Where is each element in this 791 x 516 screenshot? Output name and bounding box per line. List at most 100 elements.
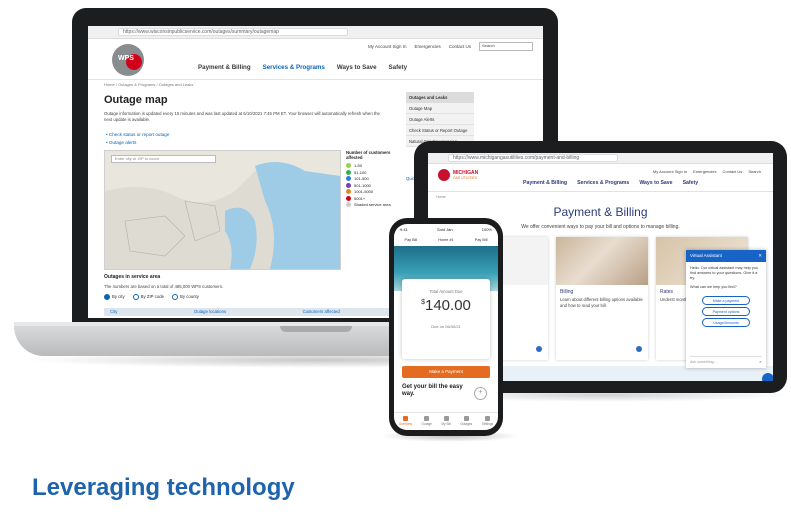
account-link[interactable]: My Account Sign In xyxy=(368,44,407,49)
breadcrumb[interactable]: Home xyxy=(436,195,446,199)
card-title: Billing xyxy=(560,289,574,295)
amount-value: 140.00 xyxy=(425,297,471,314)
account-link[interactable]: My Account Sign In xyxy=(653,169,687,174)
amount-due: $140.00 xyxy=(402,297,490,314)
outages-text: The numbers are based on a total of 485,… xyxy=(104,284,224,289)
nav-services-programs[interactable]: Services & Programs xyxy=(263,64,325,71)
bill-icon xyxy=(443,416,449,421)
chat-fab-button[interactable] xyxy=(762,373,773,381)
payment-options-button[interactable]: Payment options xyxy=(702,307,750,316)
map-terrain xyxy=(105,162,340,269)
header-account-selector[interactable]: Home #1 xyxy=(438,238,453,242)
tablet-utility-bar: My Account Sign In Emergencies Contact U… xyxy=(653,169,761,174)
send-icon[interactable]: ➤ xyxy=(759,360,762,364)
radio-selected-icon xyxy=(104,294,110,300)
nav-services-programs[interactable]: Services & Programs xyxy=(577,180,629,186)
header-pay-bill-left[interactable]: Pay Bill xyxy=(405,238,418,242)
nav-safety[interactable]: Safety xyxy=(683,180,699,186)
amount-label: Total Amount Due xyxy=(429,289,463,294)
sidebar-title: Outages and Leaks xyxy=(406,92,474,103)
page-title: Payment & Billing xyxy=(553,205,648,219)
header-pay-bill-right[interactable]: Pay Bill xyxy=(475,238,488,242)
logo-subtitle: GAS UTILITIES xyxy=(453,176,477,180)
search-input[interactable]: Search xyxy=(748,169,761,174)
close-icon[interactable]: ✕ xyxy=(758,253,762,259)
assistant-input[interactable]: Ask something... ➤ xyxy=(690,356,762,364)
wps-logo[interactable]: WPS xyxy=(112,44,144,76)
tab-label: Overview xyxy=(398,422,413,426)
virtual-assistant-panel: Virtual Assistant ✕ Hello. Our virtual a… xyxy=(686,250,766,368)
laptop-utility-bar: My Account Sign In Emergencies Contact U… xyxy=(368,42,533,51)
legend-label: 1001-5000 xyxy=(354,189,374,194)
tab-outage[interactable]: Outage xyxy=(421,413,432,430)
card-text: Learn about different billing options av… xyxy=(560,297,643,308)
tab-outages[interactable]: Outages xyxy=(460,413,472,430)
check-status-link[interactable]: • Check status or report outage xyxy=(106,132,169,137)
radio-icon xyxy=(132,294,139,300)
sidebar-item-outage-alerts[interactable]: Outage Alerts xyxy=(406,114,474,125)
arrow-icon[interactable] xyxy=(536,346,542,352)
legend-dot-icon xyxy=(346,202,351,207)
radio-label: By ZIP code xyxy=(140,294,164,300)
phone-tab-bar: Overview Outage My Bill Outages Settings xyxy=(394,412,498,430)
legend-title: Number of customers affected xyxy=(346,150,391,160)
outage-filter-radios: By city By ZIP code By county xyxy=(104,294,199,300)
laptop-url-field[interactable]: https://www.wisconsinpublicservice.com/o… xyxy=(118,28,348,36)
laptop-search-input[interactable]: Search xyxy=(479,42,533,51)
outages-sidebar: Outages and Leaks Outage Map Outage Aler… xyxy=(406,92,474,147)
tablet-url-field[interactable]: https://www.michigangasutilities.com/pay… xyxy=(448,154,618,162)
tab-label: Outage xyxy=(421,422,432,426)
contact-link[interactable]: Contact Us xyxy=(723,169,743,174)
breadcrumb[interactable]: Home / Outages & Programs / Outages and … xyxy=(104,82,193,87)
nav-ways-to-save[interactable]: Ways to Save xyxy=(639,180,672,186)
radio-by-zip[interactable]: By ZIP code xyxy=(132,294,164,300)
nav-payment-billing[interactable]: Payment & Billing xyxy=(523,180,567,186)
michigan-logo-icon xyxy=(438,169,450,181)
make-payment-button[interactable]: Make a payment xyxy=(702,296,750,305)
sidebar-item-check-status[interactable]: Check Status or Report Outage xyxy=(406,125,474,136)
due-date: Due on 06/30/21 xyxy=(431,324,461,329)
radio-by-city[interactable]: By city xyxy=(104,294,125,300)
radio-by-county[interactable]: By county xyxy=(171,294,199,300)
tab-overview[interactable]: Overview xyxy=(399,413,412,430)
col-outage-locations[interactable]: Outage locations xyxy=(194,309,226,315)
usage-amounts-button[interactable]: Usage/Amounts xyxy=(702,318,750,327)
status-carrier: Sold Jan xyxy=(436,227,453,232)
sidebar-item-outage-map[interactable]: Outage Map xyxy=(406,103,474,114)
legend-item: 1001-5000 xyxy=(346,189,392,194)
emergencies-link[interactable]: Emergencies xyxy=(414,44,440,49)
outage-intro-text: Outage information is updated every 15 m… xyxy=(104,111,380,122)
legend-label: 5001+ xyxy=(354,195,366,201)
michigan-logo-text: MICHIGAN GAS UTILITIES xyxy=(453,170,478,180)
nav-ways-to-save[interactable]: Ways to Save xyxy=(337,64,377,71)
assistant-input-placeholder: Ask something... xyxy=(690,360,717,364)
phone-status-bar: 9:41 Sold Jan 100% xyxy=(394,224,498,234)
legend-label: 1-50 xyxy=(354,163,363,168)
card-billing[interactable]: Billing Learn about different billing op… xyxy=(556,237,648,360)
col-customers-affected[interactable]: Customers affected xyxy=(303,309,340,315)
amount-due-card: Total Amount Due $140.00 Due on 06/30/21 xyxy=(402,279,490,359)
radio-label: By city xyxy=(112,294,125,300)
tab-settings[interactable]: Settings xyxy=(482,413,493,430)
legend-item: 101-500 xyxy=(346,176,392,181)
legend-item: 501-1000 xyxy=(346,182,392,188)
contact-link[interactable]: Contact Us xyxy=(449,44,471,49)
arrow-icon[interactable] xyxy=(636,346,642,352)
legend-dot-icon xyxy=(346,189,351,194)
make-payment-button[interactable]: Make a Payment xyxy=(402,366,490,378)
emergencies-link[interactable]: Emergencies xyxy=(693,169,716,174)
tab-my-bill[interactable]: My Bill xyxy=(441,413,451,430)
outage-alerts-link[interactable]: • Outage alerts xyxy=(106,140,136,145)
outage-map[interactable]: Enter city or ZIP to zoom xyxy=(104,150,341,270)
legend-label: 101-500 xyxy=(354,176,369,181)
col-city[interactable]: City xyxy=(110,309,117,315)
legend-item: 5001+ xyxy=(346,195,392,201)
map-search-input[interactable]: Enter city or ZIP to zoom xyxy=(111,155,216,163)
nav-safety[interactable]: Safety xyxy=(389,64,408,71)
legend-item: Shaded service area xyxy=(346,202,392,207)
michigan-gas-logo[interactable]: MICHIGAN GAS UTILITIES xyxy=(438,169,478,181)
plus-icon[interactable]: + xyxy=(474,387,487,400)
tab-label: Outages xyxy=(460,422,473,426)
legend-label: 501-1000 xyxy=(354,182,371,188)
nav-payment-billing[interactable]: Payment & Billing xyxy=(198,64,251,71)
